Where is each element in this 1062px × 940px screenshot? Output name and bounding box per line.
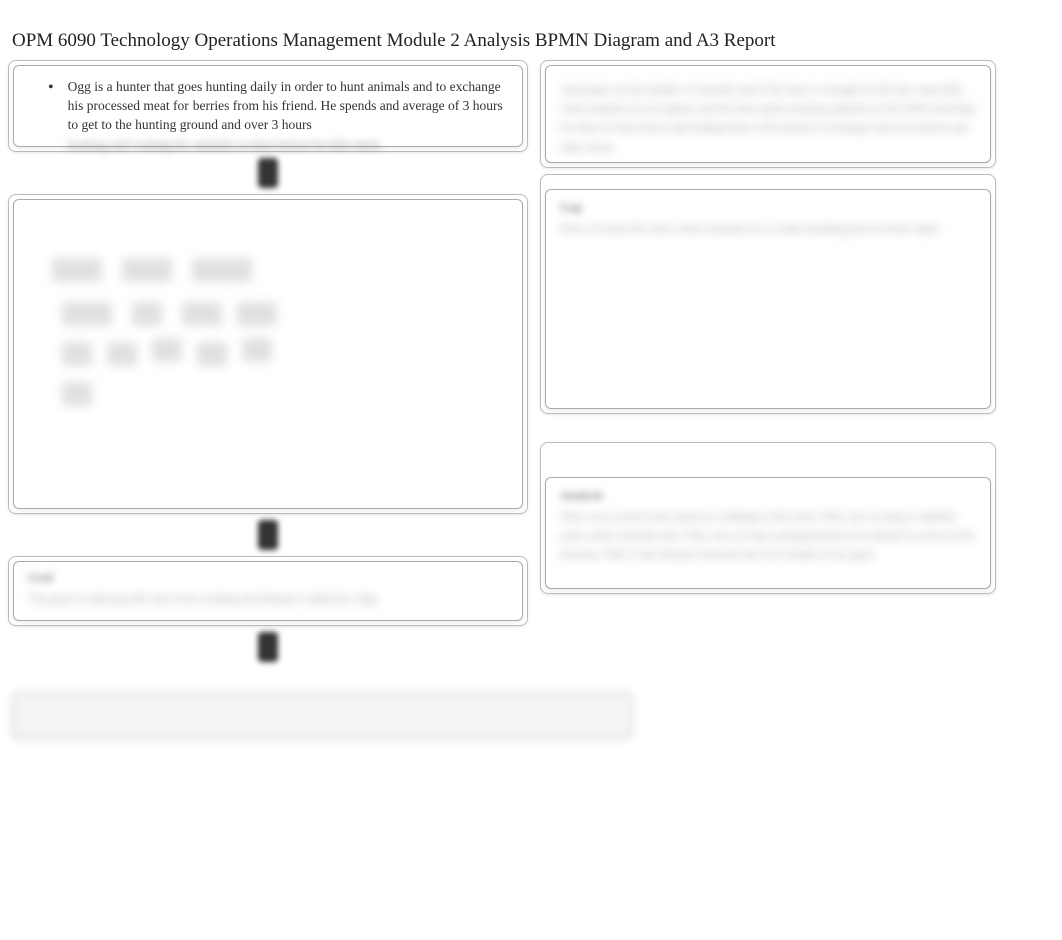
right2-text: How to locate the areas where animals ar… [560, 219, 976, 238]
arrow-down-icon [258, 520, 278, 550]
diagram-box [13, 199, 523, 509]
goal-box-outer: Goal The goal is reducing idle time from… [8, 556, 528, 626]
bullet-icon: • [48, 78, 54, 99]
diagram-box-outer [8, 194, 528, 514]
background-box-outer: • Ogg is a hunter that goes hunting dail… [8, 60, 528, 152]
goal-box: Goal The goal is reducing idle time from… [13, 561, 523, 621]
gap-label: Gap [560, 200, 976, 215]
content-area: • Ogg is a hunter that goes hunting dail… [0, 60, 1062, 940]
page-title: OPM 6090 Technology Operations Managemen… [0, 0, 1062, 60]
bottom-bar [12, 692, 632, 738]
goal-label: Goal [28, 570, 508, 585]
analysis-label: Analysis [560, 488, 976, 503]
box1-blurred: looking and waiting for animals to hunt … [68, 135, 508, 155]
left-column: • Ogg is a hunter that goes hunting dail… [8, 60, 528, 668]
background-box: • Ogg is a hunter that goes hunting dail… [13, 65, 523, 147]
right-box-1: Anticipate on the number of animals and … [545, 65, 991, 163]
right-box-3-outer: Analysis Why was so much time spent on w… [540, 442, 996, 594]
right1-text: Anticipate on the number of animals and … [560, 80, 976, 157]
right-box-3: Analysis Why was so much time spent on w… [545, 477, 991, 589]
right-box-2: Gap How to locate the areas where animal… [545, 189, 991, 409]
right-box-1-outer: Anticipate on the number of animals and … [540, 60, 996, 168]
right-column: Anticipate on the number of animals and … [540, 60, 996, 594]
right-box-2-outer: Gap How to locate the areas where animal… [540, 174, 996, 414]
bullet-row-1: • Ogg is a hunter that goes hunting dail… [28, 76, 508, 156]
right3-text: Why was so much time spent on walking to… [560, 507, 976, 565]
arrow-down-icon [258, 632, 278, 662]
bpmn-diagram [42, 248, 322, 438]
arrow-down-icon [258, 158, 278, 188]
goal-text: The goal is reducing idle time from wait… [28, 589, 508, 608]
